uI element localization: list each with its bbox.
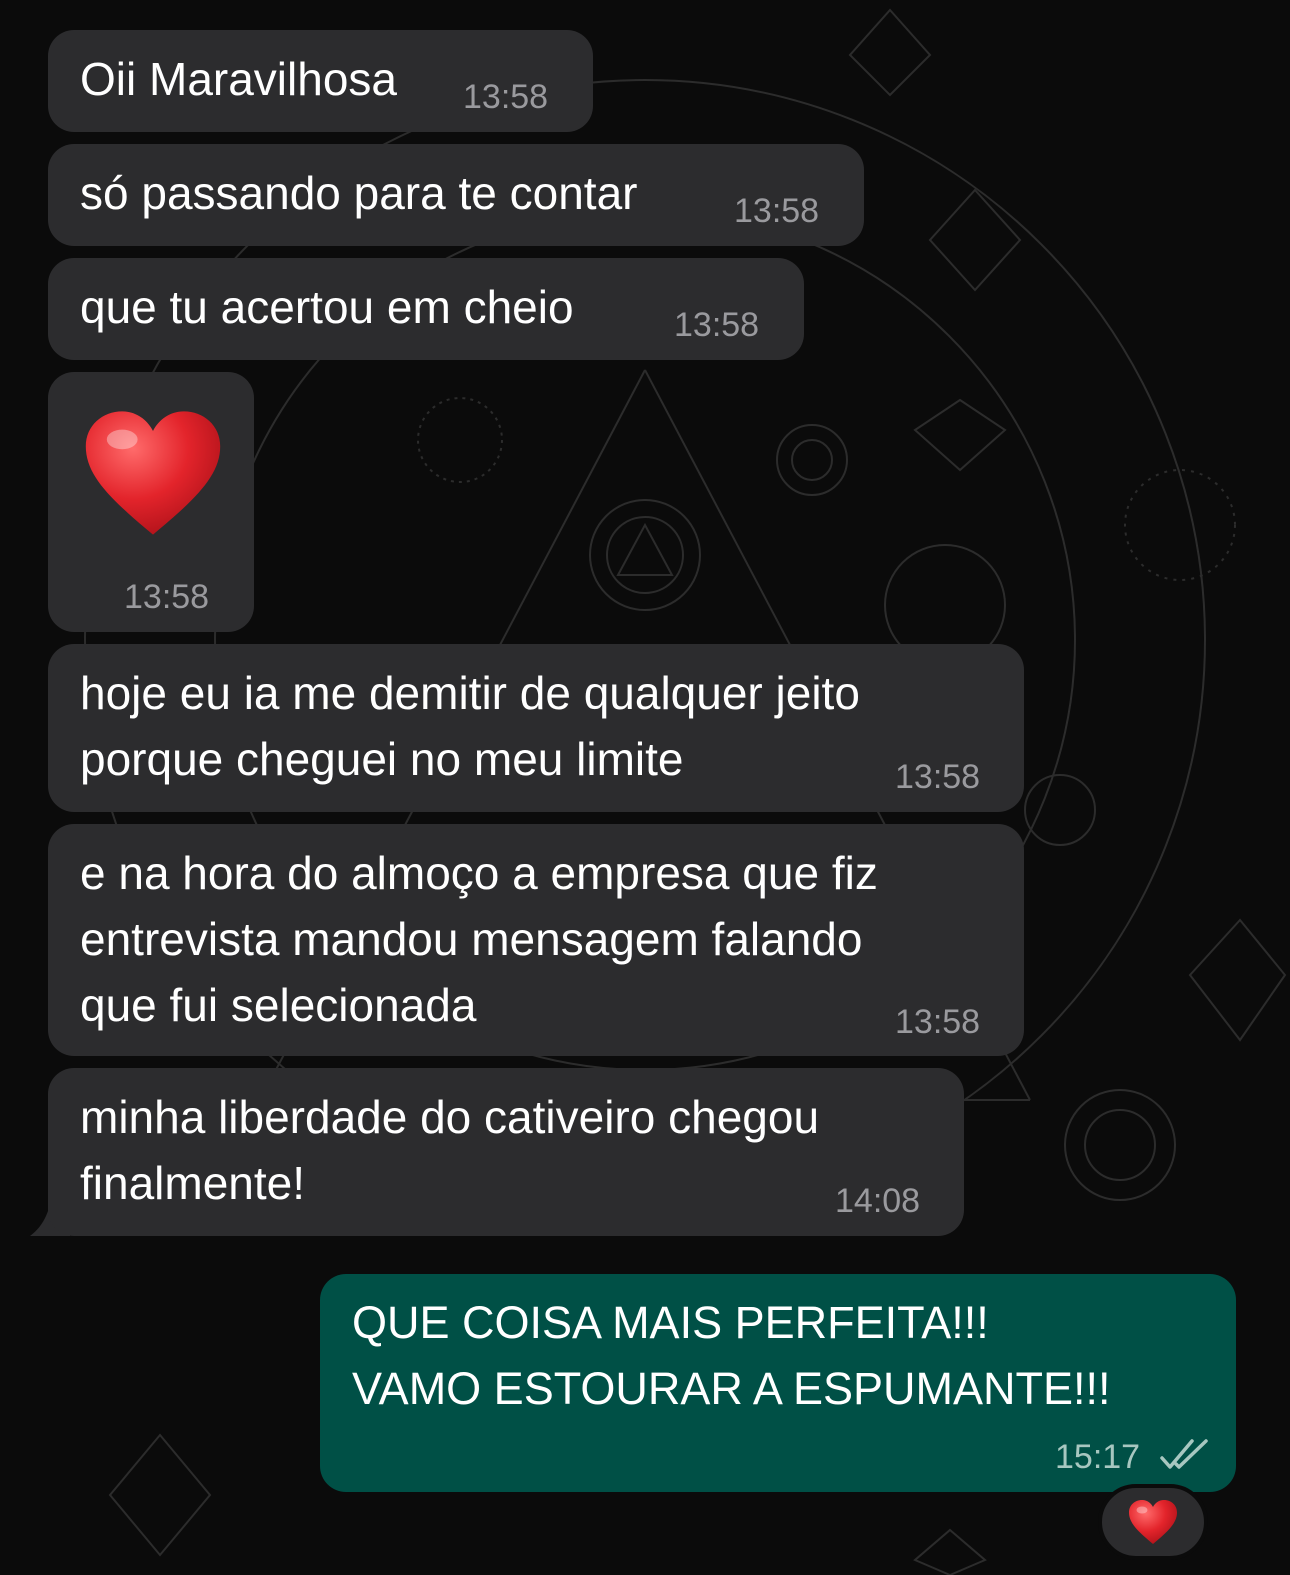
heart-emoji (1129, 1500, 1177, 1544)
outgoing-message-bubble[interactable]: QUE COISA MAIS PERFEITA!!! VAMO ESTOURAR… (320, 1274, 1236, 1492)
message-timestamp: 13:58 (895, 1003, 981, 1041)
message-timestamp: 14:08 (835, 1182, 921, 1220)
incoming-message-bubble[interactable]: que tu acertou em cheio 13:58 (48, 258, 804, 360)
incoming-message-bubble[interactable]: minha liberdade do cativeiro chegou fina… (48, 1068, 964, 1236)
incoming-emoji-bubble[interactable]: 13:58 (48, 372, 254, 632)
message-timestamp: 13:58 (895, 758, 981, 796)
message-text: e na hora do almoço a empresa que fiz en… (80, 847, 878, 1031)
message-reaction[interactable] (1098, 1484, 1208, 1560)
message-text: minha liberdade do cativeiro chegou fina… (80, 1091, 820, 1209)
message-text: só passando para te contar (80, 167, 638, 219)
incoming-message-bubble[interactable]: só passando para te contar 13:58 (48, 144, 864, 246)
double-check-icon (1160, 1439, 1208, 1469)
heart-emoji (85, 411, 221, 535)
message-timestamp: 15:17 (1055, 1438, 1141, 1476)
message-text: que tu acertou em cheio (80, 281, 574, 333)
incoming-message-bubble[interactable]: Oii Maravilhosa 13:58 (48, 30, 593, 132)
message-text: QUE COISA MAIS PERFEITA!!! VAMO ESTOURAR… (352, 1297, 1111, 1414)
message-text: Oii Maravilhosa (80, 53, 397, 105)
incoming-message-bubble[interactable]: hoje eu ia me demitir de qualquer jeito … (48, 644, 1024, 812)
message-timestamp: 13:58 (674, 306, 760, 344)
message-timestamp: 13:58 (124, 578, 210, 616)
message-text: hoje eu ia me demitir de qualquer jeito … (80, 667, 860, 785)
incoming-message-bubble[interactable]: e na hora do almoço a empresa que fiz en… (48, 824, 1024, 1056)
message-timestamp: 13:58 (734, 192, 820, 230)
message-timestamp: 13:58 (463, 78, 549, 116)
